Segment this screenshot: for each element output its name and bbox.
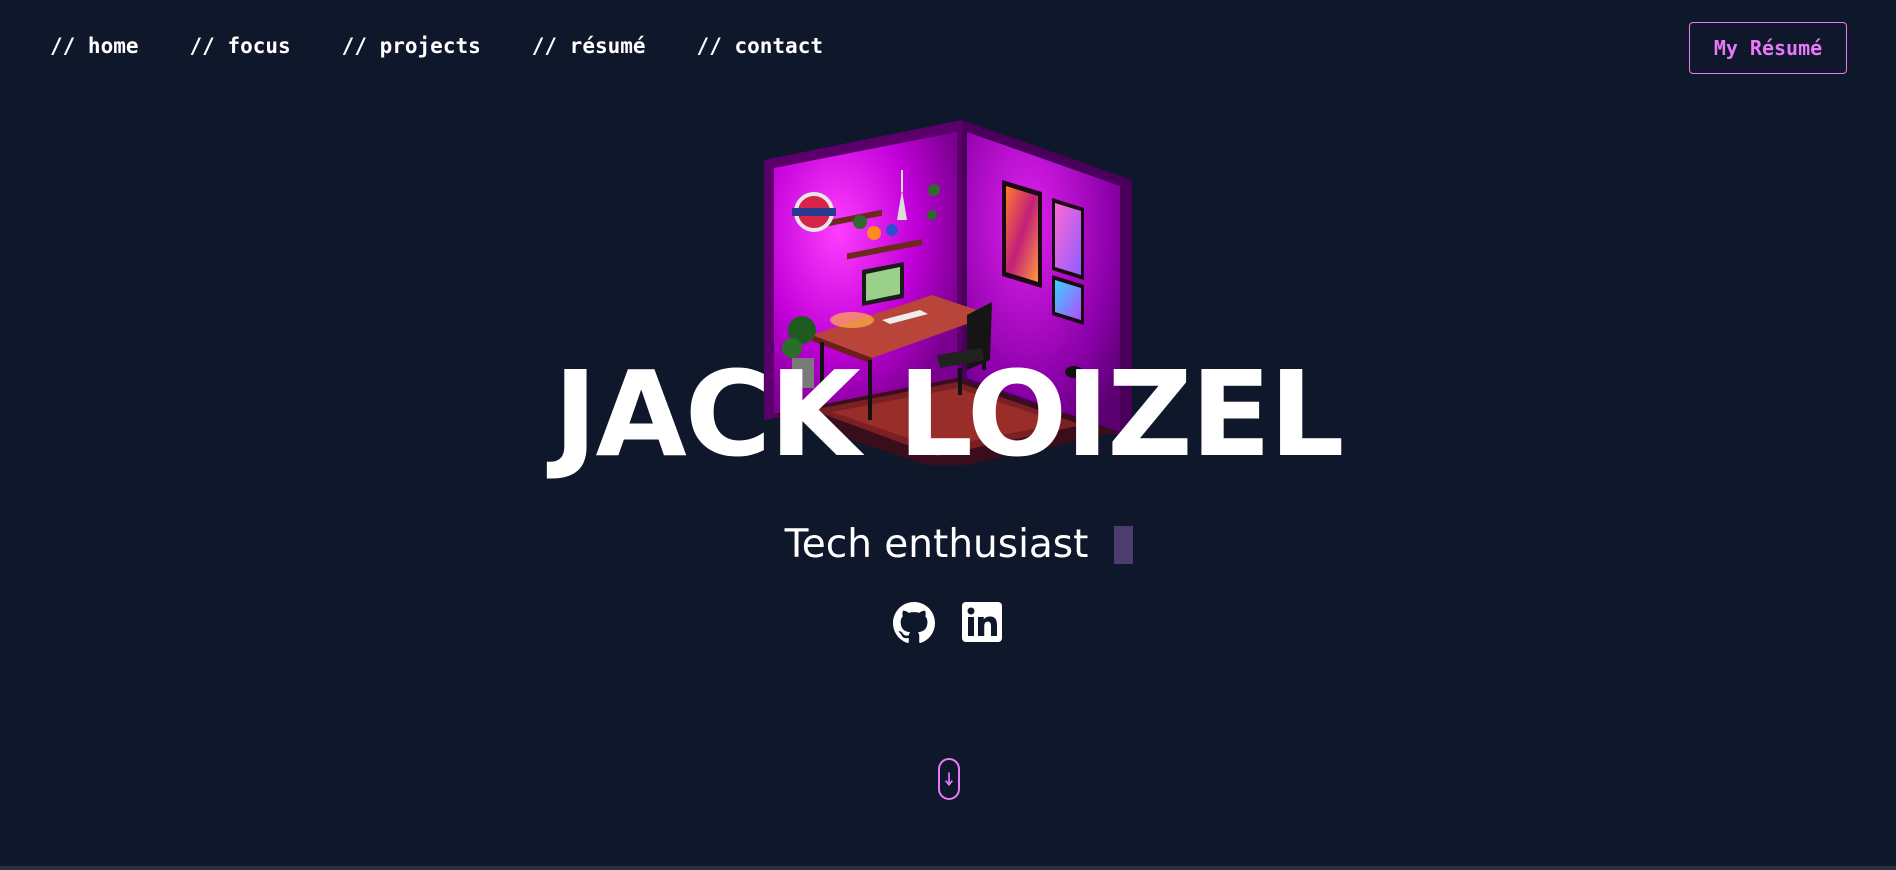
github-link[interactable]: [892, 602, 935, 644]
main-nav: // home // focus // projects // résumé /…: [50, 34, 874, 58]
github-icon: [892, 602, 935, 643]
nav-focus[interactable]: // focus: [190, 34, 291, 58]
linkedin-icon: [961, 602, 1002, 642]
nav-projects[interactable]: // projects: [342, 34, 481, 58]
social-links: [0, 602, 1896, 644]
arrow-down-icon: [945, 772, 953, 787]
bottom-border: [0, 866, 1896, 870]
tagline-row: Tech enthusiast: [0, 522, 1896, 567]
nav-contact[interactable]: // contact: [697, 34, 823, 58]
nav-resume[interactable]: // résumé: [532, 34, 646, 58]
hero-name: JACK LOIZEL: [553, 345, 1345, 483]
typing-cursor: [1114, 525, 1134, 564]
nav-home[interactable]: // home: [50, 34, 139, 58]
resume-button[interactable]: My Résumé: [1689, 22, 1847, 74]
linkedin-link[interactable]: [961, 602, 1004, 644]
scroll-down-indicator[interactable]: [938, 758, 960, 800]
hero-tagline: Tech enthusiast: [784, 522, 1089, 567]
